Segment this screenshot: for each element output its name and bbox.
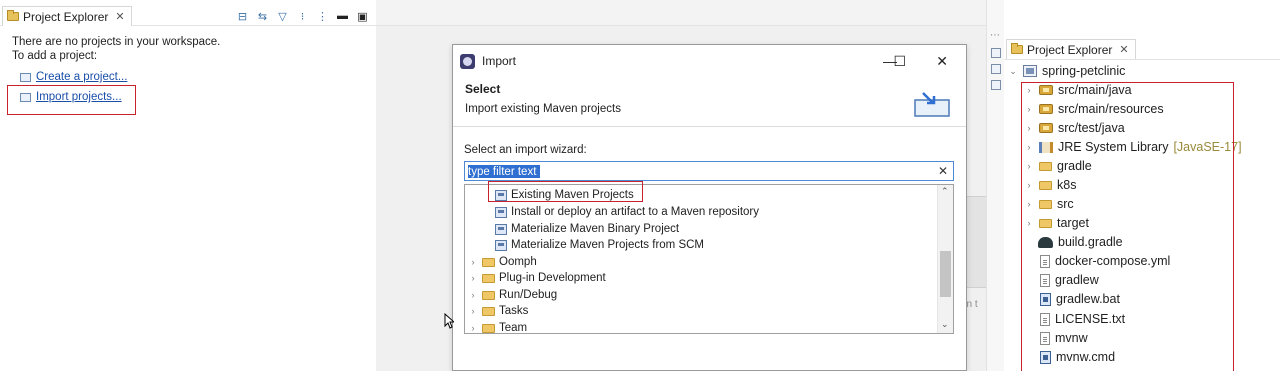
import-banner-icon [914, 92, 950, 117]
filter-input[interactable] [468, 164, 918, 179]
view-menu-icon[interactable]: ⋮ [317, 10, 328, 23]
scroll-thumb[interactable] [940, 251, 951, 297]
wizard-page-description: Import existing Maven projects [465, 103, 621, 115]
link-editor-icon[interactable]: ⇆ [257, 10, 268, 23]
eclipse-icon [460, 53, 475, 69]
create-project-row: Create a project... [20, 71, 127, 83]
project-explorer-icon [7, 10, 19, 21]
tree-item-tasks[interactable]: › Tasks [468, 303, 529, 319]
import-dialog: Import — ☐ ✕ Select Import existing Mave… [452, 44, 967, 371]
message-line-1: There are no projects in your workspace. [12, 36, 221, 48]
tree-item-label: Run/Debug [499, 289, 558, 301]
maven-wizard-icon [495, 239, 507, 251]
clear-filter-icon[interactable]: ✕ [938, 164, 948, 178]
console-icon[interactable] [991, 80, 1001, 90]
highlight-import-link [7, 85, 136, 115]
chevron-down-icon[interactable]: ⌄ [1008, 66, 1018, 77]
chevron-right-icon[interactable]: › [468, 323, 478, 333]
folder-icon [482, 323, 495, 333]
chevron-right-icon[interactable]: › [468, 273, 478, 283]
tab-project-explorer[interactable]: Project Explorer ✕ [2, 6, 132, 26]
outline-icon[interactable] [991, 48, 1001, 58]
tree-item-label: Install or deploy an artifact to a Maven… [511, 206, 760, 218]
tree-item-label: Plug-in Development [499, 272, 606, 284]
tree-item-plugin-development[interactable]: › Plug-in Development [468, 270, 606, 286]
highlight-project-contents [1021, 82, 1234, 371]
empty-workspace-message: There are no projects in your workspace.… [12, 35, 220, 63]
tree-scrollbar[interactable]: ⌃ ⌄ [937, 185, 953, 333]
folder-icon [482, 257, 495, 267]
project-root[interactable]: ⌄ spring-petclinic [1008, 62, 1125, 80]
tree-item-label: Oomph [499, 256, 537, 268]
project-explorer-empty: Project Explorer ✕ ⊟ ⇆ ▽ ⁝ ⋮ ▬ ▣ There a… [0, 0, 376, 371]
maximize-button[interactable]: ☐ [893, 53, 906, 70]
filter-field[interactable]: ✕ [464, 161, 954, 181]
tree-item-materialize-binary[interactable]: Materialize Maven Binary Project [495, 221, 679, 237]
close-icon[interactable]: ✕ [115, 10, 124, 23]
new-project-icon [20, 72, 31, 82]
wizard-page-title: Select [465, 82, 501, 96]
tree-item-oomph[interactable]: › Oomph [468, 254, 537, 270]
tree-item-label: Materialize Maven Binary Project [511, 223, 680, 235]
focus-icon[interactable]: ⁝ [297, 10, 308, 23]
tree-item-run-debug[interactable]: › Run/Debug [468, 287, 558, 303]
project-explorer-populated: Project Explorer ✕ ⌄ spring-petclinic › … [1004, 36, 1280, 371]
tree-item-install-deploy[interactable]: Install or deploy an artifact to a Maven… [495, 204, 759, 220]
explorer-toolbar: ⊟ ⇆ ▽ ⁝ ⋮ ▬ ▣ [237, 10, 368, 23]
project-icon [1023, 65, 1037, 77]
project-name: spring-petclinic [1042, 64, 1126, 78]
tree-item-label: Materialize Maven Projects from SCM [511, 239, 704, 251]
tab-label: Project Explorer [1027, 42, 1113, 57]
hierarchy-icon[interactable] [991, 64, 1001, 74]
editor-tabstrip [376, 0, 986, 26]
scroll-down-icon[interactable]: ⌄ [941, 319, 949, 330]
filter-label: Select an import wizard: [464, 144, 587, 156]
tab-project-explorer[interactable]: Project Explorer ✕ [1006, 39, 1136, 59]
chevron-right-icon[interactable]: › [468, 257, 478, 267]
filter-icon[interactable]: ▽ [277, 10, 288, 23]
close-button[interactable]: ✕ [936, 53, 948, 70]
more-icon[interactable]: ⋯ [990, 30, 1001, 41]
maximize-icon[interactable]: ▣ [357, 10, 368, 23]
scroll-up-icon[interactable]: ⌃ [941, 186, 949, 197]
explorer-tabbar: Project Explorer ✕ ⊟ ⇆ ▽ ⁝ ⋮ ▬ ▣ [0, 4, 376, 26]
maven-wizard-icon [495, 206, 507, 218]
maven-wizard-icon [495, 223, 507, 235]
minimize-icon[interactable]: ▬ [337, 10, 348, 23]
folder-icon [482, 273, 495, 283]
wizard-tree[interactable]: Existing Maven Projects Install or deplo… [464, 184, 954, 334]
folder-icon [482, 306, 495, 316]
background-panel [964, 196, 986, 288]
tree-item-materialize-scm[interactable]: Materialize Maven Projects from SCM [495, 237, 704, 253]
close-icon[interactable]: ✕ [1119, 43, 1128, 56]
tree-item-team[interactable]: › Team [468, 320, 528, 334]
collapse-all-icon[interactable]: ⊟ [237, 10, 248, 23]
tree-item-label: Team [499, 322, 528, 334]
tab-label: Project Explorer [23, 9, 109, 24]
dialog-title: Import [482, 54, 517, 68]
mouse-cursor-icon [444, 313, 454, 329]
highlight-existing-maven [488, 181, 643, 202]
wizard-header: Select Import existing Maven projects [453, 77, 966, 127]
chevron-right-icon[interactable]: › [468, 306, 478, 316]
project-explorer-icon [1011, 43, 1023, 54]
chevron-right-icon[interactable]: › [468, 290, 478, 300]
dialog-titlebar[interactable]: Import — ☐ ✕ [453, 45, 966, 77]
create-project-link[interactable]: Create a project... [36, 71, 127, 83]
explorer-tabbar: Project Explorer ✕ [1004, 36, 1280, 60]
side-toolbar: ⋯ [986, 0, 1004, 371]
message-line-2: To add a project: [12, 50, 98, 62]
folder-icon [482, 290, 495, 300]
tree-item-label: Tasks [499, 305, 529, 317]
